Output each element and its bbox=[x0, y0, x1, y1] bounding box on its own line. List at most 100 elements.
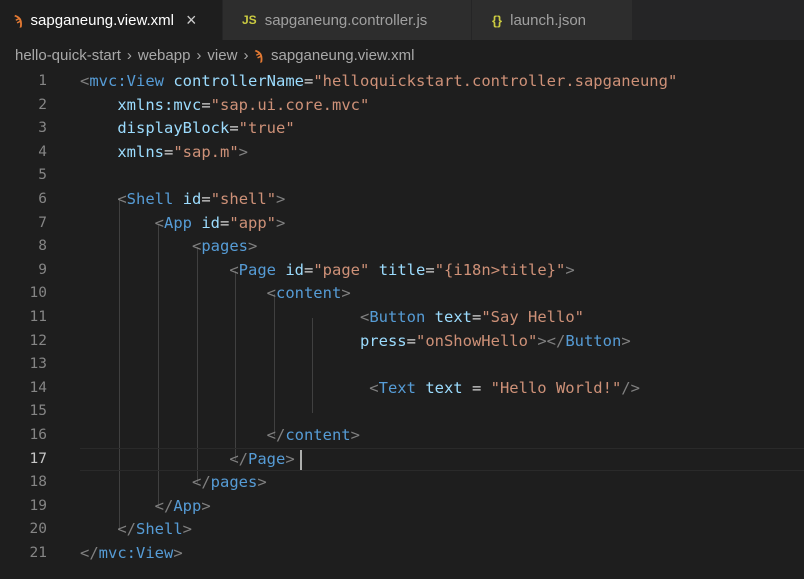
tag-name: Page bbox=[247, 449, 286, 468]
code-text: <Button text="Say Hello" bbox=[80, 306, 584, 330]
attribute-name: title bbox=[378, 260, 426, 279]
code-line: 10 <content> bbox=[0, 282, 804, 306]
tab-label: sapganeung.controller.js bbox=[264, 11, 428, 29]
breadcrumb-item-view[interactable]: view bbox=[207, 47, 237, 64]
bracket: < bbox=[191, 237, 202, 256]
attribute-value: "helloquickstart.controller.sapganeung" bbox=[313, 72, 678, 90]
code-text: <content> bbox=[80, 282, 351, 306]
attribute-name: id bbox=[201, 213, 221, 232]
tab-sapganeung-view-xml[interactable]: ϡ sapganeung.view.xml × bbox=[0, 0, 222, 40]
equals: = bbox=[304, 72, 314, 90]
chevron-right-icon: › bbox=[243, 46, 249, 64]
code-line: 7 <App id="app"> bbox=[0, 212, 804, 236]
tab-label: sapganeung.view.xml bbox=[30, 11, 174, 29]
attribute-name: xmlns:mvc bbox=[117, 95, 202, 114]
line-number: 9 bbox=[38, 261, 47, 278]
bracket: ></ bbox=[537, 331, 566, 350]
equals: = bbox=[406, 331, 416, 350]
code-text: <mvc:View controllerName="helloquickstar… bbox=[80, 70, 677, 94]
code-editor[interactable]: 1 <mvc:View controllerName="helloquickst… bbox=[0, 70, 804, 579]
code-line: 2 xmlns:mvc="sap.ui.core.mvc" bbox=[0, 94, 804, 118]
tag-name: Text bbox=[378, 378, 416, 397]
tab-sapganeung-controller-js[interactable]: JS sapganeung.controller.js bbox=[223, 0, 471, 40]
tag-name: content bbox=[285, 426, 351, 444]
code-text: xmlns="sap.m"> bbox=[80, 141, 248, 165]
line-number: 6 bbox=[38, 191, 47, 207]
line-number: 2 bbox=[38, 96, 47, 113]
equals: = bbox=[201, 190, 211, 208]
attribute-value: "onShowHello" bbox=[415, 331, 538, 350]
attribute-value: "Hello World!" bbox=[490, 378, 622, 397]
close-icon[interactable]: × bbox=[186, 10, 197, 31]
bracket: < bbox=[369, 378, 379, 397]
equals: = bbox=[201, 95, 211, 114]
line-number: 5 bbox=[38, 167, 47, 184]
js-icon: JS bbox=[242, 13, 257, 27]
breadcrumb-item-webapp[interactable]: webapp bbox=[138, 47, 191, 64]
attribute-name: id bbox=[285, 260, 304, 279]
text-cursor bbox=[300, 449, 302, 470]
code-line: 9 <Page id="page" title="{i18n>title}"> bbox=[0, 259, 804, 283]
bracket: </ bbox=[229, 449, 248, 468]
equals: = bbox=[462, 378, 491, 397]
code-text: <App id="app"> bbox=[80, 212, 286, 236]
code-line: 20 </Shell> bbox=[0, 518, 804, 542]
attribute-name: press bbox=[359, 331, 407, 350]
code-text: </Page> bbox=[80, 448, 295, 472]
json-braces-icon: {} bbox=[492, 12, 503, 28]
attribute-name: text bbox=[425, 378, 463, 397]
code-line: 11 <Button text="Say Hello" bbox=[0, 306, 804, 330]
tag-name: Page bbox=[238, 260, 276, 279]
code-line: 13 bbox=[0, 353, 804, 377]
line-number: 4 bbox=[38, 143, 47, 160]
bracket: > bbox=[276, 190, 286, 208]
code-text: </Shell> bbox=[80, 518, 192, 542]
bracket: < bbox=[154, 213, 164, 232]
attribute-name: controllerName bbox=[173, 72, 304, 90]
bracket: > bbox=[182, 520, 193, 539]
bracket: > bbox=[350, 426, 360, 444]
bracket: > bbox=[285, 449, 295, 468]
line-number: 19 bbox=[29, 497, 47, 514]
chevron-right-icon: › bbox=[196, 46, 202, 64]
code-text: </App> bbox=[80, 495, 211, 519]
code-text: <pages> bbox=[80, 235, 257, 259]
code-text: </pages> bbox=[80, 471, 267, 495]
tag-name: App bbox=[164, 213, 192, 232]
code-text: <Page id="page" title="{i18n>title}"> bbox=[80, 259, 574, 283]
code-line: 6 <Shell id="shell"> bbox=[0, 188, 804, 212]
breadcrumb-item-hello-quick-start[interactable]: hello-quick-start bbox=[15, 47, 121, 64]
bracket: > bbox=[248, 237, 258, 256]
code-text: </content> bbox=[80, 424, 360, 448]
code-text: </mvc:View> bbox=[80, 542, 183, 566]
bracket: > bbox=[238, 142, 249, 161]
line-number: 3 bbox=[38, 120, 47, 137]
code-line: 3 displayBlock="true" bbox=[0, 117, 804, 141]
equals: = bbox=[425, 260, 435, 279]
bracket: > bbox=[201, 496, 211, 515]
tag-name: mvc:View bbox=[98, 544, 174, 562]
bracket: </ bbox=[80, 544, 99, 562]
code-text: press="onShowHello"></Button> bbox=[80, 330, 631, 354]
tag-name: pages bbox=[210, 473, 258, 492]
tag-name: Shell bbox=[136, 520, 183, 539]
line-number: 10 bbox=[29, 285, 47, 302]
code-line: 16 </content> bbox=[0, 424, 804, 448]
tag-name: App bbox=[173, 496, 202, 515]
attribute-name: id bbox=[182, 190, 202, 208]
line-number: 8 bbox=[38, 238, 47, 255]
code-line: 4 xmlns="sap.m"> bbox=[0, 141, 804, 165]
breadcrumb-item-file[interactable]: sapganeung.view.xml bbox=[271, 47, 414, 64]
line-number: 13 bbox=[29, 356, 47, 373]
tab-label: launch.json bbox=[510, 11, 587, 29]
attribute-value: "app" bbox=[229, 213, 277, 232]
bracket: > bbox=[257, 473, 267, 492]
tag-name: Button bbox=[369, 308, 426, 326]
tag-name: Button bbox=[565, 331, 622, 350]
bracket: </ bbox=[266, 426, 286, 444]
attribute-name: text bbox=[434, 308, 472, 326]
code-line: 15 bbox=[0, 400, 804, 424]
tab-launch-json[interactable]: {} launch.json bbox=[472, 0, 632, 40]
bracket: > bbox=[621, 331, 631, 350]
code-text: <Shell id="shell"> bbox=[80, 188, 285, 212]
